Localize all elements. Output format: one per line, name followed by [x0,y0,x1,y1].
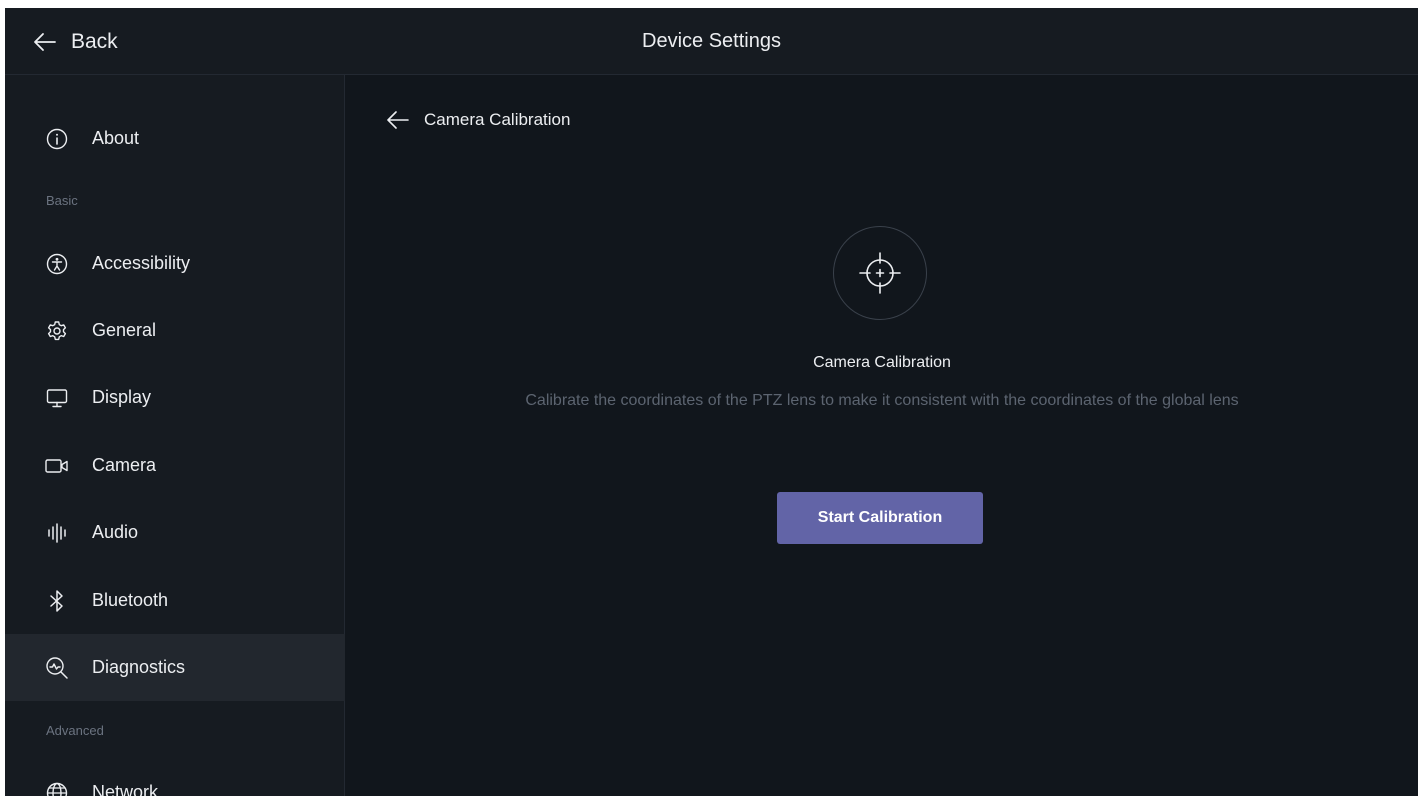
back-label: Back [71,29,118,53]
sidebar-item-bluetooth[interactable]: Bluetooth [5,567,345,634]
start-calibration-button[interactable]: Start Calibration [777,492,983,544]
bluetooth-icon [45,589,69,613]
sidebar: About Basic Accessibility General Displa… [5,75,345,796]
sidebar-item-label: About [92,128,140,148]
sidebar-item-display[interactable]: Display [5,364,345,431]
globe-icon [45,781,69,796]
sidebar-item-label: Display [92,387,152,407]
arrow-left-icon [386,110,410,130]
top-bar: Device Settings Back [5,8,1418,75]
sidebar-item-camera[interactable]: Camera [5,432,345,499]
main-content: Camera Calibration Camera Calibration Ca… [346,75,1418,796]
sidebar-item-label: Network [92,782,159,796]
sub-page-title: Camera Calibration [424,110,571,129]
section-label-advanced: Advanced [46,723,104,738]
sidebar-item-label: Diagnostics [92,657,186,677]
sidebar-item-diagnostics[interactable]: Diagnostics [5,634,345,701]
sidebar-item-accessibility[interactable]: Accessibility [5,230,345,297]
page-title: Device Settings [642,30,781,52]
camera-calibration-back-button[interactable]: Camera Calibration [386,105,570,135]
arrow-left-icon [33,32,57,52]
audio-icon [45,521,69,545]
sidebar-item-label: Audio [92,522,139,542]
sidebar-item-general[interactable]: General [5,297,345,364]
sidebar-item-label: Camera [92,455,157,475]
settings-screen: Device Settings Back About Basic Accessi… [5,8,1418,796]
diagnostics-icon [45,656,69,680]
sidebar-item-label: Bluetooth [92,590,169,610]
gear-icon [45,319,69,343]
info-icon [45,127,69,151]
monitor-icon [45,386,69,410]
calibration-icon-circle [833,226,927,320]
calibration-title: Camera Calibration [813,354,951,371]
sidebar-item-about[interactable]: About [5,105,345,172]
section-label-basic: Basic [46,193,78,208]
sidebar-item-audio[interactable]: Audio [5,499,345,566]
accessibility-icon [45,252,69,276]
sidebar-item-label: General [92,320,157,340]
calibration-description: Calibrate the coordinates of the PTZ len… [525,392,1239,409]
crosshair-icon [858,251,902,295]
sidebar-item-label: Accessibility [92,253,191,273]
sidebar-item-network[interactable]: Network [5,759,345,796]
back-button[interactable]: Back [33,8,118,75]
camera-icon [45,454,69,478]
